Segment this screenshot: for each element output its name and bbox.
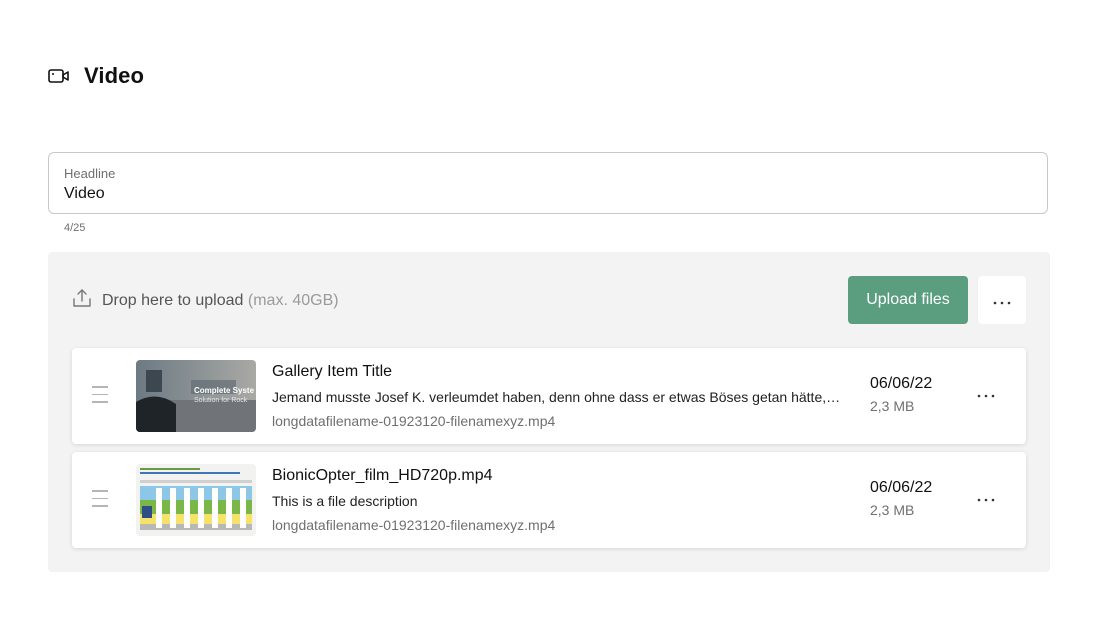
section-title: Video [84, 63, 145, 88]
video-thumbnail [136, 464, 256, 536]
file-size: 2,3 MB [870, 398, 915, 414]
file-name: longdatafilename-01923120-filenamexyz.mp… [272, 517, 556, 533]
file-title: BionicOpter_film_HD720p.mp4 [272, 467, 493, 484]
row-more-button[interactable] [970, 380, 1002, 412]
file-date: 06/06/22 [870, 479, 933, 496]
headline-label: Headline [64, 166, 116, 181]
svg-text:Complete Syste: Complete Syste [194, 386, 255, 395]
upload-icon [72, 288, 92, 313]
file-info: Gallery Item Title Jemand musste Josef K… [272, 362, 852, 430]
drag-handle-icon[interactable] [92, 490, 108, 510]
file-description: This is a file description [272, 493, 418, 509]
headline-field[interactable]: Headline [48, 152, 1048, 214]
section-header: Video [48, 62, 144, 90]
file-size: 2,3 MB [870, 502, 915, 518]
more-horizontal-icon [993, 293, 1011, 308]
file-meta: 06/06/22 2,3 MB [870, 374, 932, 414]
character-counter: 4/25 [64, 222, 86, 234]
row-more-button[interactable] [970, 484, 1002, 516]
file-date: 06/06/22 [870, 375, 933, 392]
upload-area: Drop here to upload (max. 40GB) Upload f… [48, 252, 1050, 572]
headline-input[interactable] [64, 185, 1024, 203]
file-title: Gallery Item Title [272, 363, 393, 380]
file-info: BionicOpter_film_HD720p.mp4 This is a fi… [272, 466, 852, 534]
video-thumbnail: Complete Syste Solution for Rock [136, 360, 256, 432]
more-horizontal-icon [977, 394, 995, 398]
file-meta: 06/06/22 2,3 MB [870, 478, 932, 518]
file-card[interactable]: Complete Syste Solution for Rock Gallery… [72, 348, 1026, 444]
file-description: Jemand musste Josef K. verleumdet haben,… [272, 389, 842, 405]
drag-handle-icon[interactable] [92, 386, 108, 406]
file-name: longdatafilename-01923120-filenamexyz.mp… [272, 413, 556, 429]
file-card[interactable]: BionicOpter_film_HD720p.mp4 This is a fi… [72, 452, 1026, 548]
more-options-button[interactable] [978, 276, 1026, 324]
dropzone[interactable]: Drop here to upload (max. 40GB) [72, 288, 339, 313]
upload-files-button[interactable]: Upload files [848, 276, 968, 324]
svg-text:Solution for Rock: Solution for Rock [194, 397, 248, 404]
more-horizontal-icon [977, 498, 995, 502]
drop-text: Drop here to upload (max. 40GB) [102, 291, 339, 309]
video-camera-icon [48, 65, 70, 87]
drop-hint: (max. 40GB) [247, 291, 339, 309]
